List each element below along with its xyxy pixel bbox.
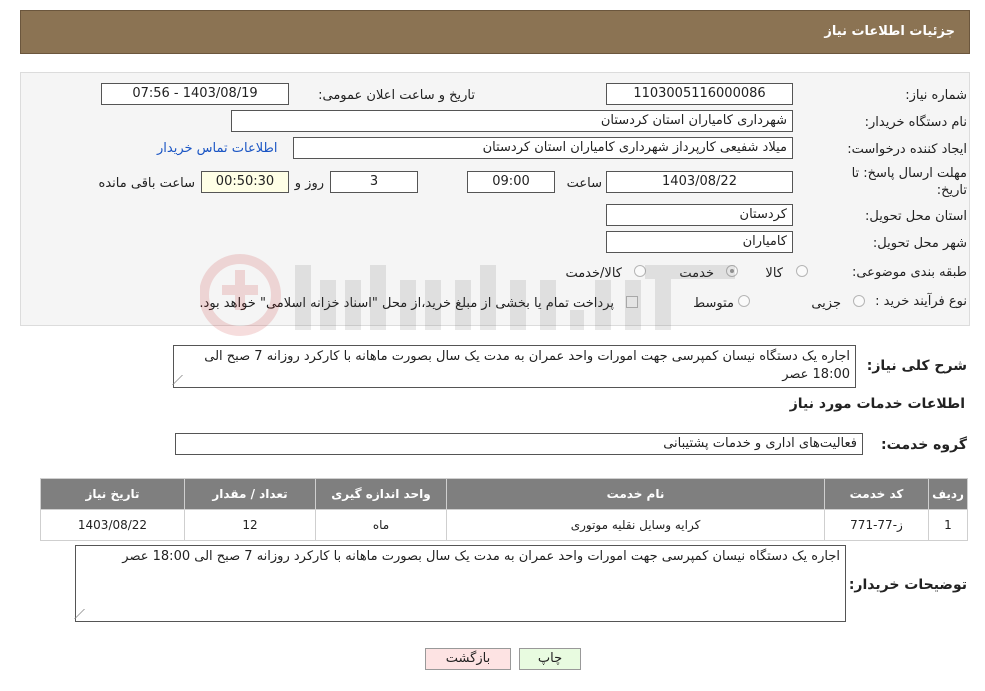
service-group-field: فعالیت‌های اداری و خدمات پشتیبانی bbox=[175, 433, 863, 455]
page-header: جزئیات اطلاعات نیاز bbox=[20, 10, 970, 54]
process-minor-label: جزیی bbox=[811, 296, 841, 311]
category-goods-service-radio[interactable] bbox=[634, 265, 646, 277]
process-medium-radio[interactable] bbox=[738, 295, 750, 307]
cell-unit: ماه bbox=[315, 509, 447, 541]
process-medium-label: متوسط bbox=[693, 296, 734, 311]
cell-service-name: کرایه وسایل نقلیه موتوری bbox=[446, 509, 825, 541]
creator-label: ایجاد کننده درخواست: bbox=[847, 142, 967, 157]
need-number-label: شماره نیاز: bbox=[905, 88, 967, 103]
buyer-notes-textarea[interactable]: اجاره یک دستگاه نیسان کمپرسی جهت امورات … bbox=[74, 545, 846, 622]
resize-grip-icon[interactable] bbox=[172, 375, 193, 385]
print-button[interactable]: چاپ bbox=[519, 648, 581, 670]
creator-field: میلاد شفیعی کارپرداز شهرداری کامیاران اس… bbox=[293, 137, 793, 159]
service-group-label: گروه خدمت: bbox=[881, 437, 967, 453]
summary-label: شرح کلی نیاز: bbox=[866, 358, 967, 374]
summary-text: اجاره یک دستگاه نیسان کمپرسی جهت امورات … bbox=[204, 349, 850, 382]
deadline-label: مهلت ارسال پاسخ: تا bbox=[851, 166, 967, 181]
buyer-notes-text: اجاره یک دستگاه نیسان کمپرسی جهت امورات … bbox=[122, 549, 840, 564]
buyer-org-field: شهرداری کامیاران استان کردستان bbox=[231, 110, 793, 132]
category-service-radio[interactable] bbox=[726, 265, 738, 277]
table-header-row: ردیف کد خدمت نام خدمت واحد اندازه گیری ت… bbox=[40, 478, 968, 510]
deadline-time-label: ساعت bbox=[566, 176, 602, 191]
col-header-service-name: نام خدمت bbox=[446, 478, 825, 510]
table-row: 1 ز-77-771 کرایه وسایل نقلیه موتوری ماه … bbox=[40, 509, 968, 541]
deadline-date-field: 1403/08/22 bbox=[606, 171, 793, 193]
back-button[interactable]: بازگشت bbox=[425, 648, 511, 670]
page-title: جزئیات اطلاعات نیاز bbox=[824, 24, 955, 39]
announce-label: تاریخ و ساعت اعلان عمومی: bbox=[318, 88, 475, 103]
buyer-org-label: نام دستگاه خریدار: bbox=[864, 115, 967, 130]
days-field: 3 bbox=[330, 171, 418, 193]
cell-need-date: 1403/08/22 bbox=[40, 509, 185, 541]
announce-datetime-field: 1403/08/19 - 07:56 bbox=[101, 83, 289, 105]
services-table: ردیف کد خدمت نام خدمت واحد اندازه گیری ت… bbox=[40, 478, 968, 541]
col-header-need-date: تاریخ نیاز bbox=[40, 478, 185, 510]
deadline-label-date: تاریخ: bbox=[936, 183, 967, 198]
col-header-unit: واحد اندازه گیری bbox=[315, 478, 447, 510]
buyer-contact-link[interactable]: اطلاعات تماس خریدار bbox=[157, 141, 277, 156]
treasury-payment-note: پرداخت تمام یا بخشی از مبلغ خرید،از محل … bbox=[199, 296, 614, 311]
resize-grip-icon[interactable] bbox=[74, 609, 95, 619]
cell-quantity: 12 bbox=[184, 509, 316, 541]
remaining-time-label: ساعت باقی مانده bbox=[98, 176, 195, 191]
remaining-time-field: 00:50:30 bbox=[201, 171, 289, 193]
need-number-field: 1103005116000086 bbox=[606, 83, 793, 105]
col-header-service-code: کد خدمت bbox=[824, 478, 929, 510]
cell-service-code: ز-77-771 bbox=[824, 509, 929, 541]
days-label: روز و bbox=[294, 176, 324, 191]
category-label: طبقه بندی موضوعی: bbox=[851, 265, 967, 280]
summary-textarea[interactable]: اجاره یک دستگاه نیسان کمپرسی جهت امورات … bbox=[172, 345, 856, 388]
col-header-quantity: تعداد / مقدار bbox=[184, 478, 316, 510]
category-goods-radio[interactable] bbox=[796, 265, 808, 277]
province-label: استان محل تحویل: bbox=[865, 209, 967, 224]
deadline-time-field: 09:00 bbox=[467, 171, 555, 193]
category-service-label: خدمت bbox=[679, 266, 714, 281]
process-minor-radio[interactable] bbox=[853, 295, 865, 307]
province-field: کردستان bbox=[606, 204, 793, 226]
city-label: شهر محل تحویل: bbox=[872, 236, 967, 251]
category-goods-service-label: کالا/خدمت bbox=[565, 266, 622, 281]
process-type-label: نوع فرآیند خرید : bbox=[875, 294, 967, 309]
category-goods-label: کالا bbox=[765, 266, 783, 281]
city-field: کامیاران bbox=[606, 231, 793, 253]
col-header-row-number: ردیف bbox=[928, 478, 968, 510]
buyer-notes-label: توضیحات خریدار: bbox=[848, 577, 967, 593]
treasury-payment-checkbox[interactable] bbox=[626, 296, 638, 308]
cell-row-number: 1 bbox=[928, 509, 968, 541]
services-section-title: اطلاعات خدمات مورد نیاز bbox=[789, 396, 965, 412]
